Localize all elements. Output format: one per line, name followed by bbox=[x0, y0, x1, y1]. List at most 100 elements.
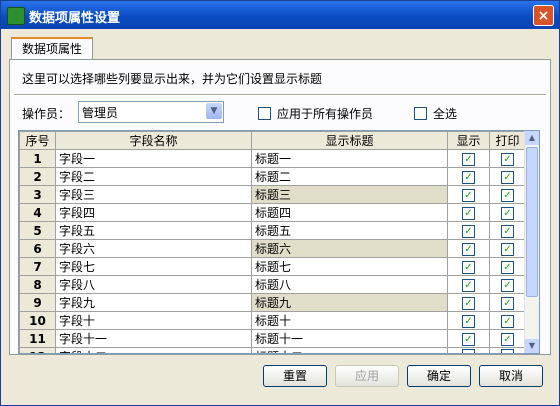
reset-button[interactable]: 重置 bbox=[263, 365, 327, 387]
window-title: 数据项属性设置 bbox=[29, 11, 121, 26]
apply-button[interactable]: 应用 bbox=[335, 365, 399, 387]
column-header[interactable]: 打印 bbox=[489, 131, 526, 150]
cancel-button[interactable]: 取消 bbox=[479, 365, 543, 387]
print-checkbox[interactable]: ✓ bbox=[501, 171, 514, 184]
display-title-cell[interactable]: 标题十一 bbox=[251, 329, 448, 348]
column-header[interactable]: 序号 bbox=[19, 131, 56, 150]
field-name-cell: 字段十二 bbox=[55, 347, 252, 353]
operator-select[interactable]: 管理员 ▼ bbox=[78, 101, 224, 123]
visible-checkbox[interactable]: ✓ bbox=[462, 171, 475, 184]
table-row[interactable]: 9 字段九 标题九 ✓ ✓ bbox=[19, 293, 526, 312]
visible-checkbox[interactable]: ✓ bbox=[462, 333, 475, 346]
columns-table: 序号 字段名称 显示标题 显示 打印 1 字段一 标题一 ✓ ✓ 2 字段二 标题二 ✓ ✓ 3 字段… bbox=[19, 131, 526, 353]
field-name-cell: 字段二 bbox=[55, 167, 252, 186]
apply-all-checkbox[interactable]: 应用于所有操作员 bbox=[258, 105, 373, 122]
visible-checkbox[interactable]: ✓ bbox=[462, 279, 475, 292]
field-name-cell: 字段五 bbox=[55, 221, 252, 240]
apply-all-label: 应用于所有操作员 bbox=[277, 107, 374, 121]
print-cell: ✓ bbox=[489, 329, 526, 348]
close-button[interactable]: × bbox=[533, 5, 554, 26]
visible-checkbox[interactable]: ✓ bbox=[462, 207, 475, 220]
visible-checkbox[interactable]: ✓ bbox=[462, 261, 475, 274]
table-row[interactable]: 7 字段七 标题七 ✓ ✓ bbox=[19, 257, 526, 276]
table-row[interactable]: 3 字段三 标题三 ✓ ✓ bbox=[19, 185, 526, 204]
row-number-cell: 12 bbox=[19, 347, 56, 353]
visible-checkbox[interactable]: ✓ bbox=[462, 243, 475, 256]
visible-checkbox[interactable]: ✓ bbox=[462, 315, 475, 328]
display-title-cell[interactable]: 标题九 bbox=[251, 293, 448, 312]
header-row: 序号 字段名称 显示标题 显示 打印 bbox=[19, 131, 526, 150]
dialog-window: 数据项属性设置 × 数据项属性 这里可以选择哪些列要显示出来，并为它们设置显示标… bbox=[0, 0, 560, 406]
visible-cell: ✓ bbox=[447, 311, 490, 330]
visible-checkbox[interactable]: ✓ bbox=[462, 225, 475, 238]
print-cell: ✓ bbox=[489, 221, 526, 240]
display-title-cell[interactable]: 标题六 bbox=[251, 239, 448, 258]
display-title-cell[interactable]: 标题三 bbox=[251, 185, 448, 204]
print-cell: ✓ bbox=[489, 149, 526, 168]
column-header[interactable]: 字段名称 bbox=[55, 131, 252, 150]
visible-checkbox[interactable] bbox=[462, 348, 475, 353]
column-header[interactable]: 显示 bbox=[447, 131, 490, 150]
print-checkbox[interactable]: ✓ bbox=[501, 297, 514, 310]
visible-cell: ✓ bbox=[447, 239, 490, 258]
divider bbox=[14, 94, 546, 96]
scroll-down-icon[interactable]: ▼ bbox=[525, 339, 539, 353]
print-checkbox[interactable]: ✓ bbox=[501, 261, 514, 274]
display-title-cell[interactable]: 标题一 bbox=[251, 149, 448, 168]
display-title-cell[interactable]: 标题二 bbox=[251, 167, 448, 186]
table-row[interactable]: 6 字段六 标题六 ✓ ✓ bbox=[19, 239, 526, 258]
table-row[interactable]: 11 字段十一 标题十一 ✓ ✓ bbox=[19, 329, 526, 348]
checkbox-icon[interactable] bbox=[258, 107, 271, 120]
print-checkbox[interactable]: ✓ bbox=[501, 207, 514, 220]
table-row[interactable]: 5 字段五 标题五 ✓ ✓ bbox=[19, 221, 526, 240]
print-checkbox[interactable]: ✓ bbox=[501, 225, 514, 238]
row-number-cell: 1 bbox=[19, 149, 56, 168]
table-row[interactable]: 1 字段一 标题一 ✓ ✓ bbox=[19, 149, 526, 168]
column-header[interactable]: 显示标题 bbox=[251, 131, 448, 150]
scrollbar-thumb[interactable] bbox=[526, 147, 538, 297]
table-row[interactable]: 10 字段十 标题十 ✓ ✓ bbox=[19, 311, 526, 330]
visible-checkbox[interactable]: ✓ bbox=[462, 297, 475, 310]
field-name-cell: 字段一 bbox=[55, 149, 252, 168]
print-checkbox[interactable]: ✓ bbox=[501, 153, 514, 166]
table-row[interactable]: 2 字段二 标题二 ✓ ✓ bbox=[19, 167, 526, 186]
columns-grid[interactable]: 序号 字段名称 显示标题 显示 打印 1 字段一 标题一 ✓ ✓ 2 字段二 标题二 ✓ ✓ 3 字段… bbox=[18, 130, 540, 354]
visible-cell: ✓ bbox=[447, 293, 490, 312]
display-title-cell[interactable]: 标题四 bbox=[251, 203, 448, 222]
print-checkbox[interactable]: ✓ bbox=[501, 243, 514, 256]
checkbox-icon[interactable] bbox=[414, 107, 427, 120]
tab-properties[interactable]: 数据项属性 bbox=[11, 37, 94, 61]
select-all-checkbox[interactable]: 全选 bbox=[414, 105, 457, 122]
table-row[interactable]: 12字段十二标题十二 bbox=[19, 347, 526, 353]
display-title-cell[interactable]: 标题八 bbox=[251, 275, 448, 294]
print-checkbox[interactable]: ✓ bbox=[501, 279, 514, 292]
display-title-cell[interactable]: 标题七 bbox=[251, 257, 448, 276]
field-name-cell: 字段十一 bbox=[55, 329, 252, 348]
print-checkbox[interactable] bbox=[501, 348, 514, 353]
field-name-cell: 字段十 bbox=[55, 311, 252, 330]
table-row[interactable]: 8 字段八 标题八 ✓ ✓ bbox=[19, 275, 526, 294]
row-number-cell: 4 bbox=[19, 203, 56, 222]
row-number-cell: 5 bbox=[19, 221, 56, 240]
title-bar[interactable]: 数据项属性设置 × bbox=[1, 1, 559, 29]
row-number-cell: 11 bbox=[19, 329, 56, 348]
print-cell: ✓ bbox=[489, 293, 526, 312]
display-title-cell[interactable]: 标题五 bbox=[251, 221, 448, 240]
visible-checkbox[interactable]: ✓ bbox=[462, 189, 475, 202]
chevron-down-icon[interactable]: ▼ bbox=[206, 103, 222, 119]
print-cell: ✓ bbox=[489, 257, 526, 276]
scroll-up-icon[interactable]: ▲ bbox=[525, 131, 539, 145]
display-title-cell[interactable]: 标题十二 bbox=[251, 347, 448, 353]
vertical-scrollbar[interactable]: ▲ ▼ bbox=[524, 131, 539, 353]
table-row[interactable]: 4 字段四 标题四 ✓ ✓ bbox=[19, 203, 526, 222]
visible-cell: ✓ bbox=[447, 167, 490, 186]
ok-button[interactable]: 确定 bbox=[407, 365, 471, 387]
display-title-cell[interactable]: 标题十 bbox=[251, 311, 448, 330]
visible-checkbox[interactable]: ✓ bbox=[462, 153, 475, 166]
row-number-cell: 2 bbox=[19, 167, 56, 186]
print-checkbox[interactable]: ✓ bbox=[501, 333, 514, 346]
print-checkbox[interactable]: ✓ bbox=[501, 189, 514, 202]
print-checkbox[interactable]: ✓ bbox=[501, 315, 514, 328]
print-cell: ✓ bbox=[489, 167, 526, 186]
app-icon bbox=[7, 7, 25, 25]
